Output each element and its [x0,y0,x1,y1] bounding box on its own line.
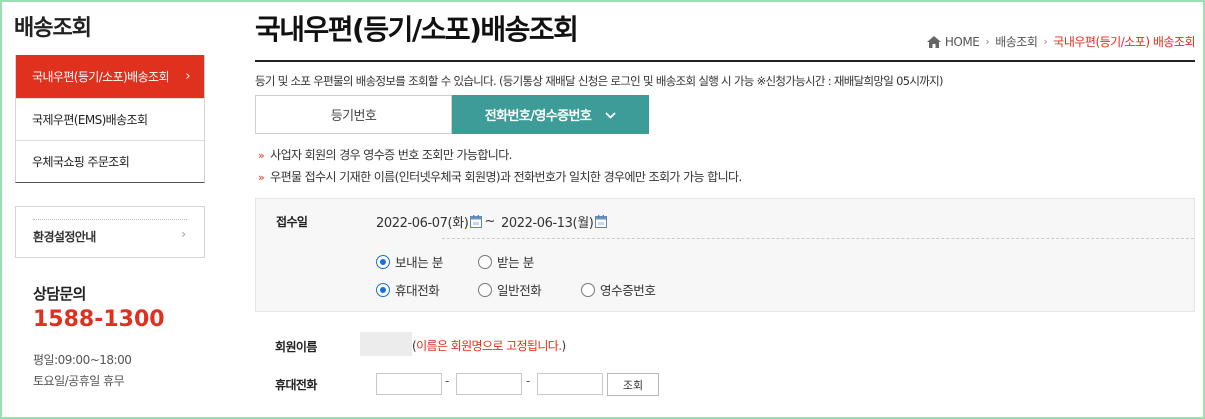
bullet-icon: » [258,171,265,184]
dotted-divider [33,219,187,220]
sidebar-item-domestic-tracking[interactable]: 국내우편(등기/소포)배송조회 › [16,55,204,98]
customer-service-hours: 평일:09:00~18:00 [33,353,132,367]
breadcrumb-home-label: HOME [944,34,980,49]
search-options-panel: 접수일 2022-06-07(화) ~ 2022-06-13(월) 보내는 분 … [255,198,1195,312]
breadcrumb-current: 국내우편(등기/소포) 배송조회 [1053,35,1195,49]
chevron-right-icon: › [1043,35,1048,48]
tab-label: 전화번호/영수증번호 [484,109,592,124]
page-title: 국내우편(등기/소포)배송조회 [255,13,579,46]
phone-part2-input[interactable] [456,373,522,395]
environment-settings-label: 환경설정안내 [33,230,96,244]
radio-indicator [376,254,390,269]
mobile-phone-label: 휴대전화 [275,378,317,392]
radio-indicator [478,254,492,269]
intro-text: 등기 및 소포 우편물의 배송정보를 조회할 수 있습니다. (등기통상 재배달… [255,74,943,88]
radio-indicator [376,282,390,297]
radio-label: 일반전화 [497,283,542,298]
radio-receipt-number[interactable]: 영수증번호 [581,280,656,299]
breadcrumb-home[interactable]: HOME [926,34,980,49]
sidebar-title: 배송조회 [14,16,92,41]
customer-service-title: 상담문의 [33,285,86,303]
radio-label: 보내는 분 [395,255,443,270]
radio-landline[interactable]: 일반전화 [478,280,581,299]
note-text: 사업자 회원의 경우 영수증 번호 조회만 가능합니다. [270,148,512,162]
radio-mobile[interactable]: 휴대전화 [376,280,478,299]
end-date-field[interactable]: 2022-06-13(월) [501,212,594,231]
tab-registered-number[interactable]: 등기번호 [255,95,452,134]
radio-label: 영수증번호 [600,283,656,298]
sidebar-item-label: 우체국쇼핑 주문조회 [32,155,130,169]
search-type-tabs: 등기번호 전화번호/영수증번호 [255,95,649,134]
radio-label: 받는 분 [497,255,534,270]
phone-part1-input[interactable] [376,373,442,395]
radio-receiver[interactable]: 받는 분 [478,252,534,271]
receipt-date-label: 접수일 [276,215,308,229]
radio-indicator [581,282,595,297]
phone-dash: - [445,374,450,388]
customer-service-holiday: 토요일/공휴일 휴무 [33,374,125,388]
radio-sender[interactable]: 보내는 분 [376,252,478,271]
chevron-right-icon: › [181,227,186,241]
breadcrumb: HOME › 배송조회 › 국내우편(등기/소포) 배송조회 [926,33,1195,50]
note-paren-close: ) [561,339,566,353]
sidebar-item-shopping-orders[interactable]: 우체국쇼핑 주문조회 [16,140,204,182]
sidebar-item-label: 국제우편(EMS)배송조회 [32,113,148,127]
calendar-icon[interactable] [595,215,608,228]
list-item: » 사업자 회원의 경우 영수증 번호 조회만 가능합니다. [258,146,742,168]
member-name-value [360,332,412,356]
tab-label: 등기번호 [330,109,377,124]
chevron-right-icon: › [185,69,190,84]
search-button[interactable]: 조회 [607,373,659,396]
title-divider [255,60,1195,62]
environment-settings-link[interactable]: 환경설정안내 › [15,206,205,258]
member-name-note: (이름은 회원명으로 고정됩니다.) [412,337,566,354]
phone-dash: - [526,374,531,388]
phone-type-radio-group: 휴대전화 일반전화 영수증번호 [376,280,656,299]
calendar-icon[interactable] [470,215,483,228]
radio-label: 휴대전화 [395,283,440,298]
date-range: 2022-06-07(화) ~ 2022-06-13(월) [376,212,609,231]
breadcrumb-level1[interactable]: 배송조회 [995,33,1038,50]
tab-phone-receipt-number[interactable]: 전화번호/영수증번호 [452,95,649,134]
customer-service-phone: 1588-1300 [33,307,165,332]
note-text: 우편물 접수시 기재한 이름(인터넷우체국 회원명)과 전화번호가 일치한 경우… [270,170,742,184]
bullet-icon: » [258,149,265,162]
date-separator: ~ [484,214,495,229]
notes-list: » 사업자 회원의 경우 영수증 번호 조회만 가능합니다. » 우편물 접수시 기… [258,146,742,190]
start-date-field[interactable]: 2022-06-07(화) [376,212,469,231]
radio-indicator [478,282,492,297]
member-name-label: 회원이름 [275,340,317,354]
phone-part3-input[interactable] [537,373,603,395]
chevron-down-icon [605,108,616,122]
dashed-divider [442,238,1194,239]
sender-type-radio-group: 보내는 분 받는 분 [376,252,534,271]
sidebar-item-label: 국내우편(등기/소포)배송조회 [32,70,169,84]
sidebar-menu: 국내우편(등기/소포)배송조회 › 국제우편(EMS)배송조회 우체국쇼핑 주문… [15,55,205,183]
list-item: » 우편물 접수시 기재한 이름(인터넷우체국 회원명)과 전화번호가 일치한 경… [258,168,742,190]
note-text: 이름은 회원명으로 고정됩니다. [416,339,562,353]
sidebar-item-ems-tracking[interactable]: 국제우편(EMS)배송조회 [16,98,204,140]
chevron-right-icon: › [985,35,990,48]
home-icon [926,35,941,48]
